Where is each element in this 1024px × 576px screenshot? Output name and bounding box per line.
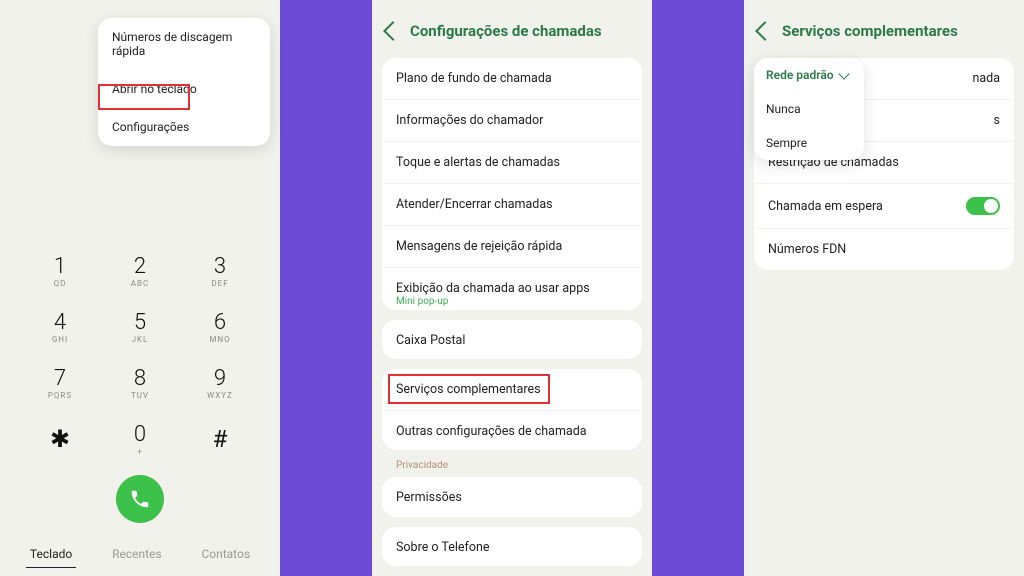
network-popup: Rede padrão Nunca Sempre (754, 58, 864, 160)
popup-header[interactable]: Rede padrão (754, 58, 864, 92)
overflow-menu: Números de discagem rápida Abrir no tecl… (98, 18, 270, 146)
row-call-display[interactable]: Exibição da chamada ao usar apps Mini po… (382, 268, 642, 310)
row-answer-end[interactable]: Atender/Encerrar chamadas (382, 184, 642, 226)
settings-group-5: Sobre o Telefone (382, 527, 642, 566)
divider (652, 0, 744, 576)
key-0[interactable]: 0+ (100, 411, 180, 467)
popup-option-always[interactable]: Sempre (754, 126, 864, 160)
row-caller-info[interactable]: Informações do chamador (382, 100, 642, 142)
chevron-down-icon (838, 68, 849, 79)
key-9[interactable]: 9WXYZ (180, 355, 260, 411)
tab-recents[interactable]: Recentes (108, 541, 166, 568)
keypad-grid: 1QD 2ABC 3DEF 4GHI 5JKL 6MNO 7PQRS 8TUV … (0, 243, 280, 467)
key-2[interactable]: 2ABC (100, 243, 180, 299)
row-about-phone[interactable]: Sobre o Telefone (382, 527, 642, 566)
row-call-waiting[interactable]: Chamada em espera (754, 184, 1014, 229)
divider (280, 0, 372, 576)
dialer-screen: Números de discagem rápida Abrir no tecl… (0, 0, 280, 576)
settings-group-2: Caixa Postal (382, 320, 642, 359)
row-call-background[interactable]: Plano de fundo de chamada (382, 58, 642, 100)
menu-settings[interactable]: Configurações (98, 108, 270, 146)
key-1[interactable]: 1QD (20, 243, 100, 299)
row-quick-decline[interactable]: Mensagens de rejeição rápida (382, 226, 642, 268)
row-other-settings[interactable]: Outras configurações de chamada (382, 411, 642, 450)
back-icon[interactable] (383, 21, 403, 41)
row-permissions[interactable]: Permissões (382, 477, 642, 516)
tab-contacts[interactable]: Contatos (197, 541, 254, 568)
page-title: Configurações de chamadas (410, 22, 602, 40)
key-4[interactable]: 4GHI (20, 299, 100, 355)
popup-option-never[interactable]: Nunca (754, 92, 864, 126)
highlight-box (98, 84, 190, 110)
settings-group-3: Serviços complementares Outras configura… (382, 369, 642, 450)
menu-speed-dial[interactable]: Números de discagem rápida (98, 18, 270, 70)
header: Configurações de chamadas (382, 22, 642, 40)
toggle-call-waiting[interactable] (966, 197, 1000, 215)
key-8[interactable]: 8TUV (100, 355, 180, 411)
key-star[interactable]: ✱ (20, 411, 100, 467)
row-fdn[interactable]: Números FDN (754, 229, 1014, 270)
tab-keypad[interactable]: Teclado (26, 541, 76, 568)
call-button[interactable] (116, 475, 164, 523)
key-5[interactable]: 5JKL (100, 299, 180, 355)
page-title: Serviços complementares (782, 22, 958, 40)
row-ringtones[interactable]: Toque e alertas de chamadas (382, 142, 642, 184)
section-privacy-label: Privacidade (382, 460, 642, 477)
key-3[interactable]: 3DEF (180, 243, 260, 299)
row-voicemail[interactable]: Caixa Postal (382, 320, 642, 359)
key-hash[interactable]: # (180, 411, 260, 467)
highlight-box (388, 374, 550, 404)
supplementary-screen: Serviços complementares nada s Restrição… (744, 0, 1024, 576)
settings-group-4: Permissões (382, 477, 642, 516)
call-settings-screen: Configurações de chamadas Plano de fundo… (372, 0, 652, 576)
keypad-area: 1QD 2ABC 3DEF 4GHI 5JKL 6MNO 7PQRS 8TUV … (0, 243, 280, 576)
key-6[interactable]: 6MNO (180, 299, 260, 355)
back-icon[interactable] (755, 21, 775, 41)
header: Serviços complementares (754, 22, 1014, 40)
bottom-tabs: Teclado Recentes Contatos (0, 541, 280, 568)
settings-group-1: Plano de fundo de chamada Informações do… (382, 58, 642, 310)
key-7[interactable]: 7PQRS (20, 355, 100, 411)
phone-icon (129, 488, 151, 510)
